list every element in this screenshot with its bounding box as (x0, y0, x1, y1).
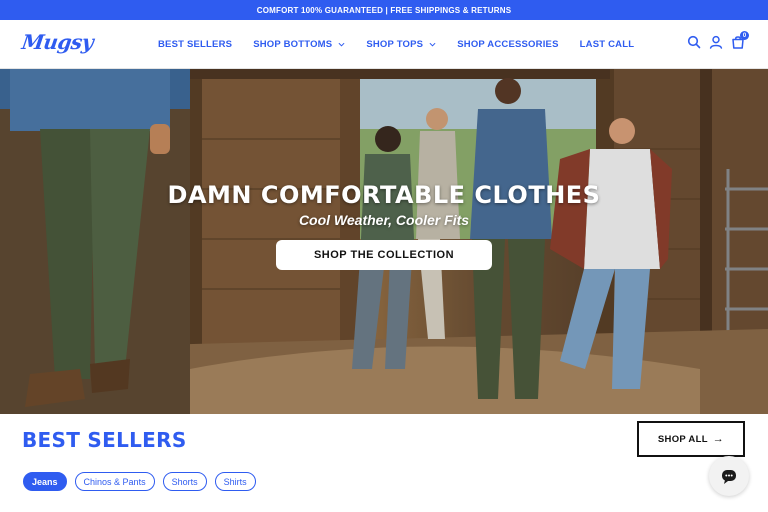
shop-all-button[interactable]: SHOP ALL → (637, 421, 745, 457)
filter-shorts[interactable]: Shorts (162, 472, 207, 491)
chevron-down-icon (338, 42, 345, 47)
hero-banner: DAMN COMFORTABLE CLOTHES Cool Weather, C… (0, 69, 768, 414)
nav-label: SHOP BOTTOMS (253, 39, 333, 50)
filter-chinos-pants[interactable]: Chinos & Pants (74, 472, 155, 491)
nav-label: SHOP TOPS (366, 39, 424, 50)
announcement-text: COMFORT 100% GUARANTEED | FREE SHIPPINGS… (256, 5, 512, 15)
filter-jeans[interactable]: Jeans (23, 472, 67, 491)
filter-shirts[interactable]: Shirts (214, 472, 256, 491)
hero-subtitle: Cool Weather, Cooler Fits (298, 212, 470, 228)
announcement-bar: COMFORT 100% GUARANTEED | FREE SHIPPINGS… (0, 0, 768, 20)
shop-all-label: SHOP ALL (657, 433, 708, 445)
header-icons: 0 (680, 31, 749, 50)
cart-button[interactable]: 0 (730, 31, 749, 50)
nav-last-call[interactable]: LAST CALL (580, 39, 635, 50)
chat-icon (722, 470, 736, 484)
hero-title: DAMN COMFORTABLE CLOTHES (167, 181, 601, 209)
main-nav: BEST SELLERS SHOP BOTTOMS SHOP TOPS SHOP… (158, 20, 655, 69)
brand-logo[interactable]: Mugsy (20, 30, 94, 54)
shop-collection-button[interactable]: SHOP THE COLLECTION (276, 240, 492, 270)
nav-best-sellers[interactable]: BEST SELLERS (158, 39, 232, 50)
chevron-down-icon (429, 42, 436, 47)
nav-shop-accessories[interactable]: SHOP ACCESSORIES (457, 39, 558, 50)
nav-shop-tops[interactable]: SHOP TOPS (366, 39, 436, 50)
arrow-right-icon: → (712, 433, 725, 445)
chat-button[interactable] (709, 456, 749, 496)
category-filters: Jeans Chinos & Pants Shorts Shirts (23, 472, 264, 491)
account-icon[interactable] (708, 34, 724, 50)
best-sellers-title: BEST SELLERS (22, 428, 187, 452)
nav-label: SHOP ACCESSORIES (457, 39, 559, 50)
site-header: Mugsy BEST SELLERS SHOP BOTTOMS SHOP TOP… (0, 20, 768, 69)
nav-label: LAST CALL (579, 39, 635, 50)
nav-label: BEST SELLERS (158, 39, 233, 50)
nav-shop-bottoms[interactable]: SHOP BOTTOMS (253, 39, 345, 50)
search-icon[interactable] (686, 34, 702, 50)
cart-count-badge: 0 (740, 31, 749, 40)
